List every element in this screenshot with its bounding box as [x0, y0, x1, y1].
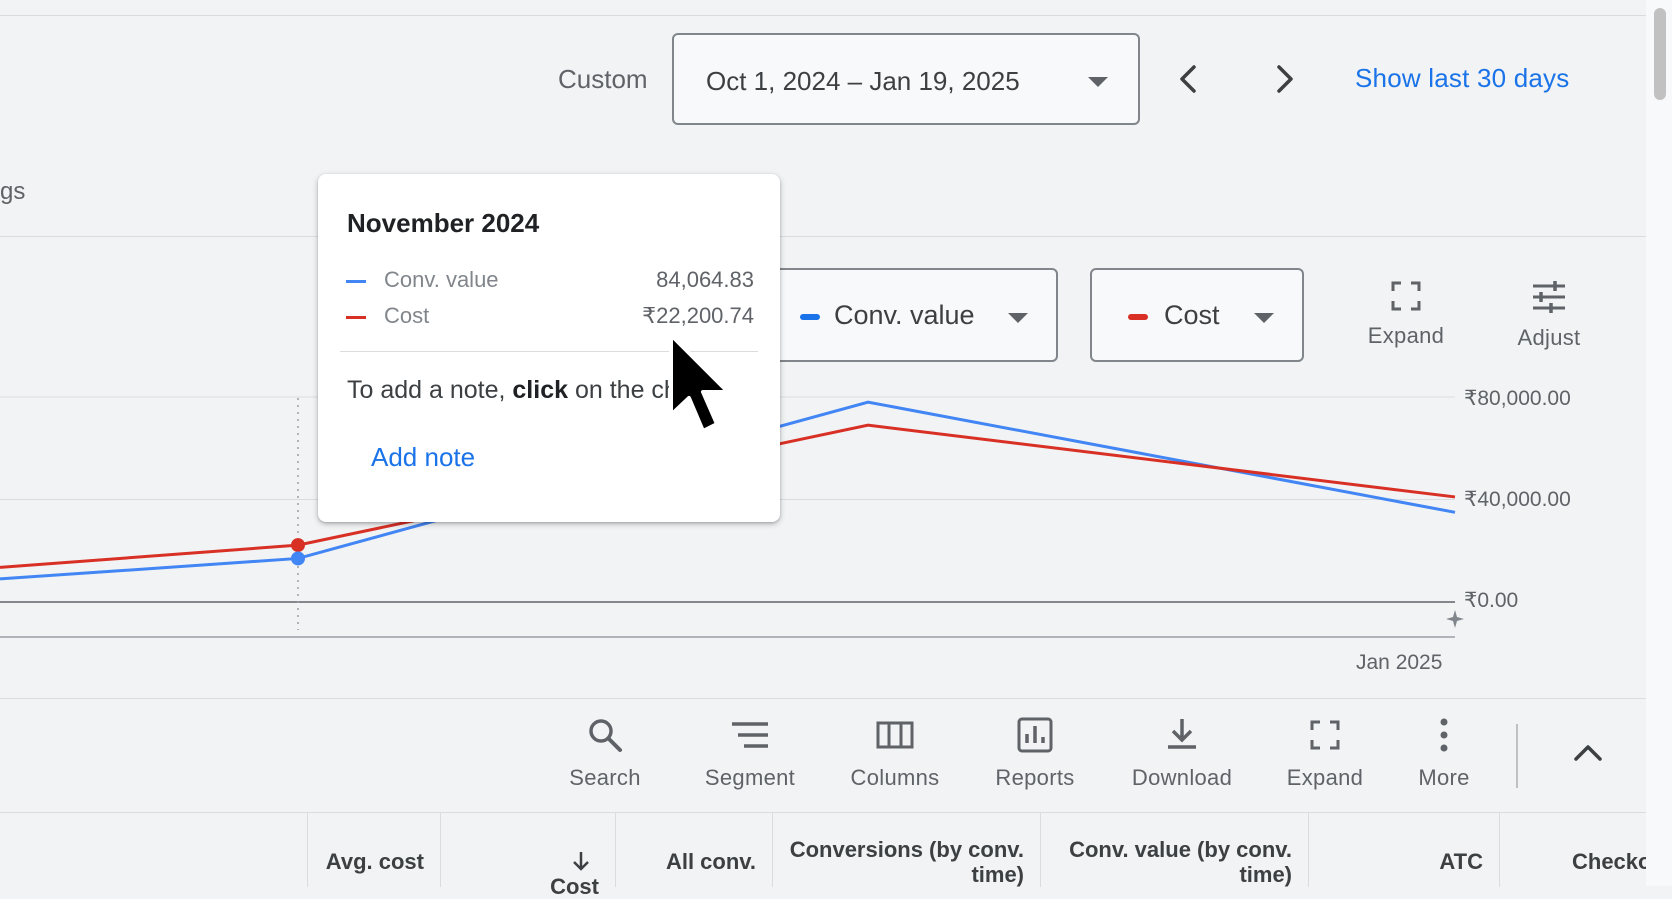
toolbar-label: Download [1131, 765, 1233, 790]
chevron-up-icon [1574, 745, 1602, 761]
toolbar-reports-button[interactable]: Reports [985, 716, 1085, 791]
tune-icon [1533, 281, 1565, 313]
page-scrollbar[interactable] [1646, 0, 1672, 886]
series-swatch [346, 316, 366, 319]
column-header-conv-value[interactable]: Conv. value (by conv. time) [1040, 813, 1308, 887]
chart-adjust-label: Adjust [1517, 325, 1581, 350]
toolbar-separator [1516, 724, 1518, 788]
toolbar-download-button[interactable]: Download [1122, 716, 1242, 791]
column-header-all-conv[interactable]: All conv. [615, 813, 772, 887]
fullscreen-icon [1391, 281, 1421, 311]
chart-expand-label: Expand [1367, 323, 1445, 348]
date-range-select[interactable]: Oct 1, 2024 – Jan 19, 2025 [672, 33, 1140, 125]
toolbar-label: Search [569, 765, 641, 790]
add-note-link[interactable]: Add note [371, 442, 475, 473]
download-icon [1168, 719, 1196, 749]
column-header-avg-cost[interactable]: Avg. cost [307, 813, 440, 887]
toolbar-label: Columns [850, 765, 940, 790]
y-tick-label: ₹40,000.00 [1464, 488, 1571, 511]
toolbar-label: Reports [995, 765, 1075, 790]
y-tick-label: ₹80,000.00 [1464, 387, 1571, 410]
collapse-toolbar-button[interactable] [1570, 735, 1606, 776]
tooltip-row-value: 84,064.83 [656, 267, 754, 292]
metric-select-cost[interactable]: Cost [1090, 268, 1304, 362]
toolbar-divider [0, 698, 1646, 699]
toolbar-columns-button[interactable]: Columns [838, 716, 952, 791]
chevron-down-icon [1088, 77, 1108, 87]
more-vert-icon [1440, 718, 1448, 752]
chart-top-divider [0, 236, 1646, 237]
y-tick-label: ₹0.00 [1464, 589, 1519, 612]
columns-icon [876, 721, 914, 749]
toolbar-expand-button[interactable]: Expand [1278, 716, 1372, 791]
column-header-atc[interactable]: ATC [1308, 813, 1499, 887]
series-swatch [346, 280, 366, 283]
mouse-cursor-icon [668, 332, 734, 449]
chart-adjust-button[interactable]: Adjust [1505, 280, 1593, 351]
toolbar-label: More [1418, 765, 1470, 790]
series-swatch [1128, 314, 1148, 320]
toolbar-segment-button[interactable]: Segment [695, 716, 805, 791]
x-tick-label: Jan 2025 [1356, 651, 1443, 674]
search-icon [589, 719, 622, 752]
previous-period-button[interactable] [1167, 57, 1211, 101]
tooltip-row-name: Conv. value [384, 267, 499, 292]
arrow-down-icon [573, 852, 589, 871]
table-header-row: Avg. cost Cost All conv. Conversions (by… [0, 812, 1646, 899]
segment-icon [732, 722, 768, 748]
conv-value-hover-dot [291, 551, 305, 566]
sparkle-icon [1444, 608, 1466, 635]
fullscreen-icon [1310, 720, 1340, 750]
top-divider [0, 15, 1646, 16]
chevron-down-icon [1254, 313, 1274, 323]
toolbar-label: Segment [704, 765, 796, 790]
cutoff-label: gs [0, 178, 26, 205]
chevron-down-icon [1008, 313, 1028, 323]
column-header-checkout[interactable]: Checko [1499, 813, 1646, 887]
chevron-left-icon [1180, 65, 1196, 93]
chart-expand-button[interactable]: Expand [1360, 280, 1452, 349]
column-header-cost[interactable]: Cost [440, 813, 615, 899]
tooltip-title: November 2024 [347, 208, 540, 238]
tooltip-row-name: Cost [384, 303, 430, 328]
column-header-conversions[interactable]: Conversions (by conv. time) [772, 813, 1040, 887]
metric-label: Conv. value [834, 300, 975, 330]
tooltip-note-hint: To add a note, click on the chart [347, 376, 707, 404]
table-toolbar [0, 700, 1646, 810]
series-swatch [800, 314, 820, 320]
chevron-right-icon [1277, 65, 1293, 93]
toolbar-search-button[interactable]: Search [560, 716, 650, 791]
toolbar-more-button[interactable]: More [1404, 716, 1484, 791]
date-range-value: Oct 1, 2024 – Jan 19, 2025 [706, 66, 1020, 96]
scrollbar-thumb[interactable] [1654, 8, 1666, 100]
reports-icon [1017, 717, 1053, 753]
tooltip-row-conv-value: Conv. value 84,064.83 [346, 267, 754, 297]
cost-hover-dot [291, 538, 305, 553]
tooltip-row-cost: Cost ₹22,200.74 [346, 303, 754, 333]
next-period-button[interactable] [1262, 57, 1306, 101]
toolbar-label: Expand [1286, 765, 1364, 790]
show-last-30-days-link[interactable]: Show last 30 days [1355, 63, 1569, 94]
metric-label: Cost [1164, 300, 1220, 330]
metric-select-conv-value[interactable]: Conv. value [770, 268, 1058, 362]
tooltip-row-value: ₹22,200.74 [642, 303, 754, 328]
date-range-type-label: Custom [558, 64, 648, 94]
